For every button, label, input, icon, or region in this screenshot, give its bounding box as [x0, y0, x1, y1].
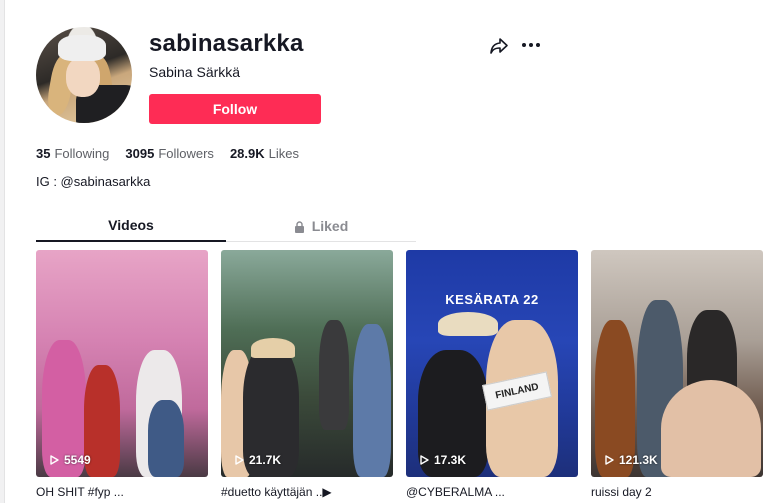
view-count: 21.7K [235, 453, 281, 467]
left-panel-edge [0, 0, 5, 503]
lock-icon [294, 220, 305, 233]
more-dots-icon[interactable] [522, 38, 542, 52]
stat-likes-value: 28.9K [229, 146, 265, 161]
tab-videos[interactable]: Videos [36, 210, 226, 242]
video-caption[interactable]: OH SHIT #fyp ... [36, 485, 208, 499]
tab-liked[interactable]: Liked [226, 210, 416, 241]
play-icon [235, 455, 244, 465]
video-caption[interactable]: #duetto käyttäjän ..▶ [221, 485, 393, 499]
tab-videos-label: Videos [108, 217, 154, 233]
avatar[interactable] [36, 27, 132, 123]
video-caption[interactable]: @CYBERALMA ... [406, 485, 578, 499]
profile-stats: 35 Following 3095 Followers 28.9K Likes [36, 146, 299, 161]
stat-following[interactable]: 35 Following [36, 146, 109, 161]
video-card[interactable]: 121.3K ruissi day 2 [591, 250, 763, 499]
stat-followers[interactable]: 3095 Followers [125, 146, 214, 161]
video-thumbnail[interactable]: 5549 [36, 250, 208, 477]
video-thumbnail[interactable]: 21.7K [221, 250, 393, 477]
username: sabinasarkka [149, 30, 304, 57]
video-thumbnail[interactable]: 121.3K [591, 250, 763, 477]
profile-tabs: Videos Liked [36, 210, 416, 242]
video-card[interactable]: KESÄRATA 22 FINLAND 17.3K @CYBERALMA ... [406, 250, 578, 499]
stat-following-value: 35 [36, 146, 51, 161]
video-thumbnail[interactable]: KESÄRATA 22 FINLAND 17.3K [406, 250, 578, 477]
stat-likes: 28.9K Likes [230, 146, 299, 161]
video-caption[interactable]: ruissi day 2 [591, 485, 763, 499]
view-count: 5549 [50, 453, 91, 467]
stat-likes-label: Likes [268, 146, 299, 161]
nickname: Sabina Särkkä [149, 64, 241, 80]
video-grid: 5549 OH SHIT #fyp ... 21.7K #duetto käyt… [36, 250, 763, 499]
play-icon [50, 455, 59, 465]
share-arrow-icon[interactable] [489, 36, 509, 56]
view-count: 121.3K [605, 453, 658, 467]
video-card[interactable]: 21.7K #duetto käyttäjän ..▶ [221, 250, 393, 499]
video-card[interactable]: 5549 OH SHIT #fyp ... [36, 250, 208, 499]
stat-followers-value: 3095 [125, 146, 155, 161]
tab-liked-label: Liked [311, 217, 349, 234]
play-icon [420, 455, 429, 465]
profile-bio: IG : @sabinasarkka [36, 174, 151, 189]
stat-following-label: Following [54, 146, 110, 161]
view-count: 17.3K [420, 453, 466, 467]
stat-followers-label: Followers [158, 146, 214, 161]
video-overlay-title: KESÄRATA 22 [445, 292, 539, 307]
play-icon [605, 455, 614, 465]
follow-button[interactable]: Follow [149, 94, 321, 124]
